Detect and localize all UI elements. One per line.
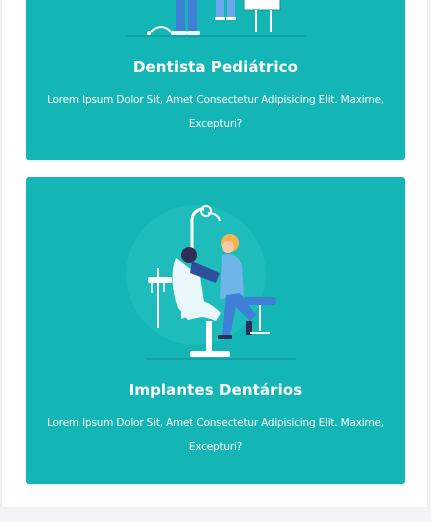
card-description: Lorem Ipsum Dolor Sit, Amet Consectetur …: [47, 94, 384, 130]
service-card-pediatric[interactable]: Dentista Pediátrico Lorem Ipsum Dolor Si…: [26, 0, 405, 160]
card-title: Implantes Dentários: [128, 381, 303, 399]
service-card-implants[interactable]: Implantes Dentários Lorem Ipsum Dolor Si…: [26, 177, 405, 484]
card-description: Lorem Ipsum Dolor Sit, Amet Consectetur …: [47, 417, 384, 453]
card-title: Dentista Pediátrico: [132, 58, 299, 76]
dentist-chair-illustration-icon: [125, 205, 296, 360]
services-panel: Dentista Pediátrico Lorem Ipsum Dolor Si…: [2, 0, 427, 507]
pediatric-dentist-illustration-icon: [125, 0, 306, 37]
